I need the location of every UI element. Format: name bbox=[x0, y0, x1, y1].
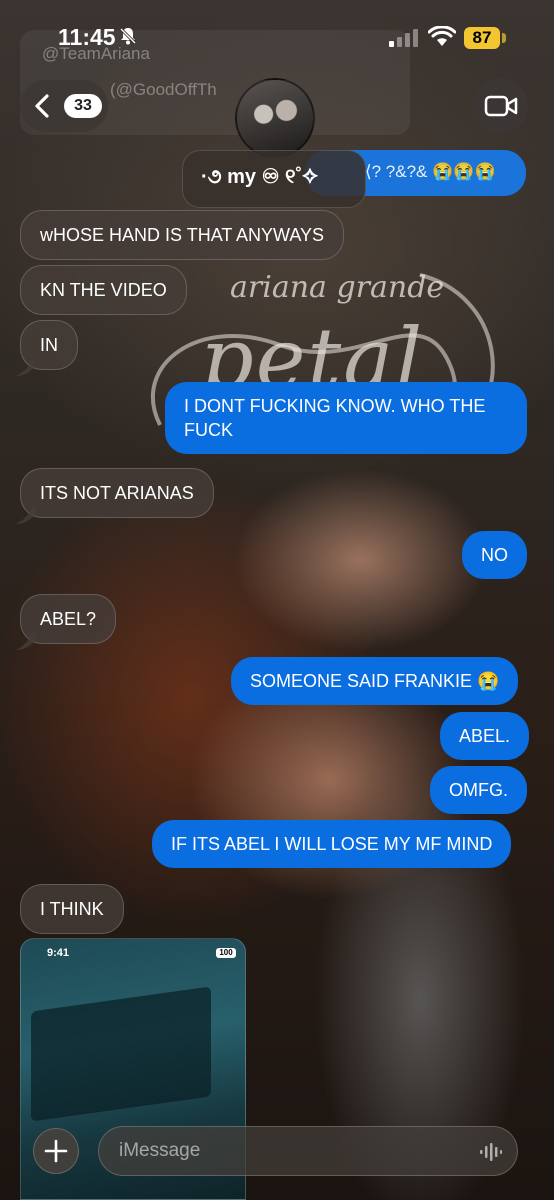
add-attachment-button[interactable] bbox=[33, 1128, 79, 1174]
message-text: ABEL. bbox=[459, 726, 511, 746]
message-text: I DONT FUCKING KNOW. WHO THE FUCK bbox=[184, 396, 486, 440]
message-text: KN THE VIDEO bbox=[40, 280, 167, 300]
message-bubble-outgoing[interactable]: IF ITS ABEL I WILL LOSE MY MF MIND bbox=[152, 820, 512, 868]
attachment-battery-icon: 100 bbox=[216, 948, 236, 958]
silent-bell-icon bbox=[119, 27, 137, 45]
message-text: OMFG. bbox=[449, 780, 508, 800]
message-bubble-outgoing[interactable]: NO bbox=[462, 531, 527, 579]
bubble-tail bbox=[16, 504, 36, 524]
message-bubble-incoming[interactable]: wHOSE HAND IS THAT ANYWAYS bbox=[20, 210, 345, 260]
attachment-status-time: 9:41 bbox=[47, 947, 70, 959]
audio-waveform-icon[interactable] bbox=[480, 1142, 502, 1162]
message-bubble-incoming[interactable]: KN THE VIDEO bbox=[20, 265, 187, 315]
unread-count-badge: 33 bbox=[64, 94, 102, 118]
plus-icon bbox=[44, 1139, 68, 1163]
contact-avatar[interactable] bbox=[235, 78, 315, 158]
battery-tip bbox=[502, 33, 506, 43]
message-text: IN bbox=[40, 335, 58, 355]
status-bar: 11:45 87 bbox=[0, 0, 554, 70]
battery-icon: 87 bbox=[464, 27, 500, 49]
message-bubble-outgoing[interactable]: OMFG. bbox=[430, 766, 527, 814]
message-bubble-incoming[interactable]: ITS NOT ARIANAS bbox=[20, 468, 214, 518]
chevron-left-icon bbox=[35, 94, 49, 118]
bubble-tail bbox=[16, 356, 36, 376]
message-text: ⟨? ?&?& 😭😭😭 bbox=[365, 162, 496, 181]
message-text: I THINK bbox=[40, 899, 104, 919]
wifi-icon bbox=[428, 26, 456, 46]
message-bubble-outgoing[interactable]: ABEL. bbox=[440, 712, 530, 760]
video-camera-icon bbox=[484, 95, 518, 117]
back-button[interactable]: 33 bbox=[20, 80, 108, 132]
bubble-tail bbox=[16, 630, 36, 650]
contact-name: ·૭ my ♾ ୧˚✧ bbox=[201, 166, 319, 188]
contact-name-button[interactable]: ·૭ my ♾ ୧˚✧ bbox=[182, 150, 366, 208]
message-text: IF ITS ABEL I WILL LOSE MY MF MIND bbox=[171, 834, 493, 854]
message-bubble-outgoing[interactable]: SOMEONE SAID FRANKIE 😭 bbox=[231, 657, 519, 705]
wallpaper-script-text: ariana grande bbox=[230, 270, 445, 305]
message-input[interactable]: iMessage bbox=[98, 1126, 518, 1176]
message-input-placeholder: iMessage bbox=[119, 1140, 201, 1161]
message-bubble-outgoing[interactable]: I DONT FUCKING KNOW. WHO THE FUCK bbox=[165, 382, 527, 454]
message-text: ABEL? bbox=[40, 609, 97, 629]
facetime-video-button[interactable] bbox=[472, 78, 528, 134]
message-text: wHOSE HAND IS THAT ANYWAYS bbox=[40, 225, 325, 245]
message-text: NO bbox=[481, 545, 508, 565]
message-bubble-incoming[interactable]: I THINK bbox=[20, 884, 124, 934]
wallpaper-ghost-text: (@GoodOffTh bbox=[110, 80, 217, 99]
message-text: SOMEONE SAID FRANKIE 😭 bbox=[250, 671, 500, 691]
attachment-photo-content bbox=[31, 986, 211, 1122]
message-text: ITS NOT ARIANAS bbox=[40, 483, 194, 503]
status-time: 11:45 bbox=[58, 24, 116, 50]
cellular-signal-icon bbox=[389, 29, 418, 47]
